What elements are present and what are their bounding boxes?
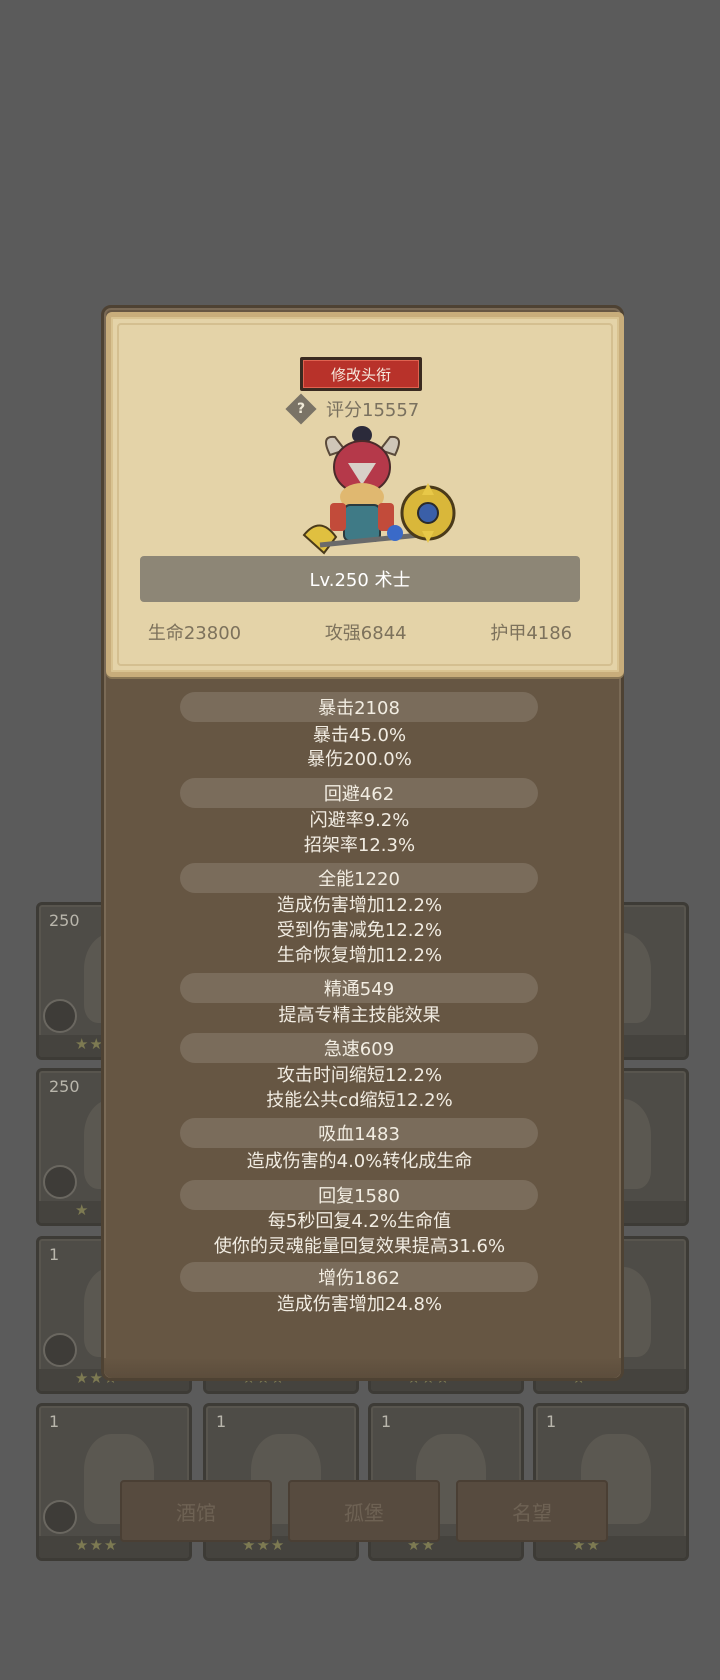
bottom-tab-bar: 酒馆 孤堡 名望 bbox=[0, 1480, 720, 1550]
stat-detail: 暴伤200.0% bbox=[307, 749, 412, 770]
score-row: ? 评分15557 bbox=[285, 393, 420, 425]
base-stats: 生命23800 攻强6844 护甲4186 bbox=[106, 616, 614, 648]
rename-title-button[interactable]: 修改头衔 bbox=[300, 357, 422, 391]
hero-level: 250 bbox=[49, 1077, 80, 1096]
class-icon bbox=[43, 1165, 77, 1199]
stat-detail: 造成伤害增加24.8% bbox=[276, 1294, 443, 1315]
tab-tavern[interactable]: 酒馆 bbox=[120, 1480, 272, 1542]
stat-detail: 使你的灵魂能量回复效果提高31.6% bbox=[213, 1236, 506, 1257]
tab-fame[interactable]: 名望 bbox=[456, 1480, 608, 1542]
stat-detail: 造成伤害的4.0%转化成生命 bbox=[246, 1151, 473, 1172]
stat-hp: 生命23800 bbox=[147, 623, 242, 644]
stat-detail: 每5秒回复4.2%生命值 bbox=[267, 1211, 452, 1232]
hero-level: 1 bbox=[49, 1245, 60, 1264]
stat-header-avoidance: 回避462 bbox=[180, 778, 538, 808]
hero-level: 1 bbox=[216, 1412, 227, 1431]
class-icon bbox=[43, 1333, 77, 1367]
tab-castle[interactable]: 孤堡 bbox=[288, 1480, 440, 1542]
stat-header-regen: 回复1580 bbox=[180, 1180, 538, 1210]
stat-header-versatility: 全能1220 bbox=[180, 863, 538, 893]
stat-header-crit: 暴击2108 bbox=[180, 692, 538, 722]
hero-portrait-icon bbox=[302, 426, 456, 555]
stat-detail: 攻击时间缩短12.2% bbox=[276, 1065, 443, 1086]
stat-attack-power: 攻强6844 bbox=[324, 623, 407, 644]
hero-name-bar: Lv.250 术士 bbox=[140, 556, 580, 602]
stat-header-damage-bonus: 增伤1862 bbox=[180, 1262, 538, 1292]
score-text: 评分15557 bbox=[326, 400, 420, 421]
stat-header-lifesteal: 吸血1483 bbox=[180, 1118, 538, 1148]
hero-level: 1 bbox=[546, 1412, 557, 1431]
help-icon[interactable]: ? bbox=[285, 393, 317, 425]
stat-detail: 造成伤害增加12.2% bbox=[276, 895, 443, 916]
stat-detail: 闪避率9.2% bbox=[309, 810, 410, 831]
hero-level: 250 bbox=[49, 911, 80, 930]
stat-header-haste: 急速609 bbox=[180, 1033, 538, 1063]
stat-detail: 受到伤害减免12.2% bbox=[276, 920, 443, 941]
star-rating: ★★ bbox=[75, 1035, 104, 1053]
stat-detail: 招架率12.3% bbox=[303, 835, 416, 856]
class-icon bbox=[43, 999, 77, 1033]
hero-level: 1 bbox=[49, 1412, 60, 1431]
star-rating: ★ bbox=[75, 1201, 90, 1219]
stat-detail: 提高专精主技能效果 bbox=[278, 1005, 441, 1026]
stat-detail: 暴击45.0% bbox=[312, 725, 407, 746]
stat-detail: 技能公共cd缩短12.2% bbox=[266, 1090, 453, 1111]
hero-level: 1 bbox=[381, 1412, 392, 1431]
stat-header-mastery: 精通549 bbox=[180, 973, 538, 1003]
stat-armor: 护甲4186 bbox=[490, 623, 573, 644]
stat-detail: 生命恢复增加12.2% bbox=[276, 945, 443, 966]
